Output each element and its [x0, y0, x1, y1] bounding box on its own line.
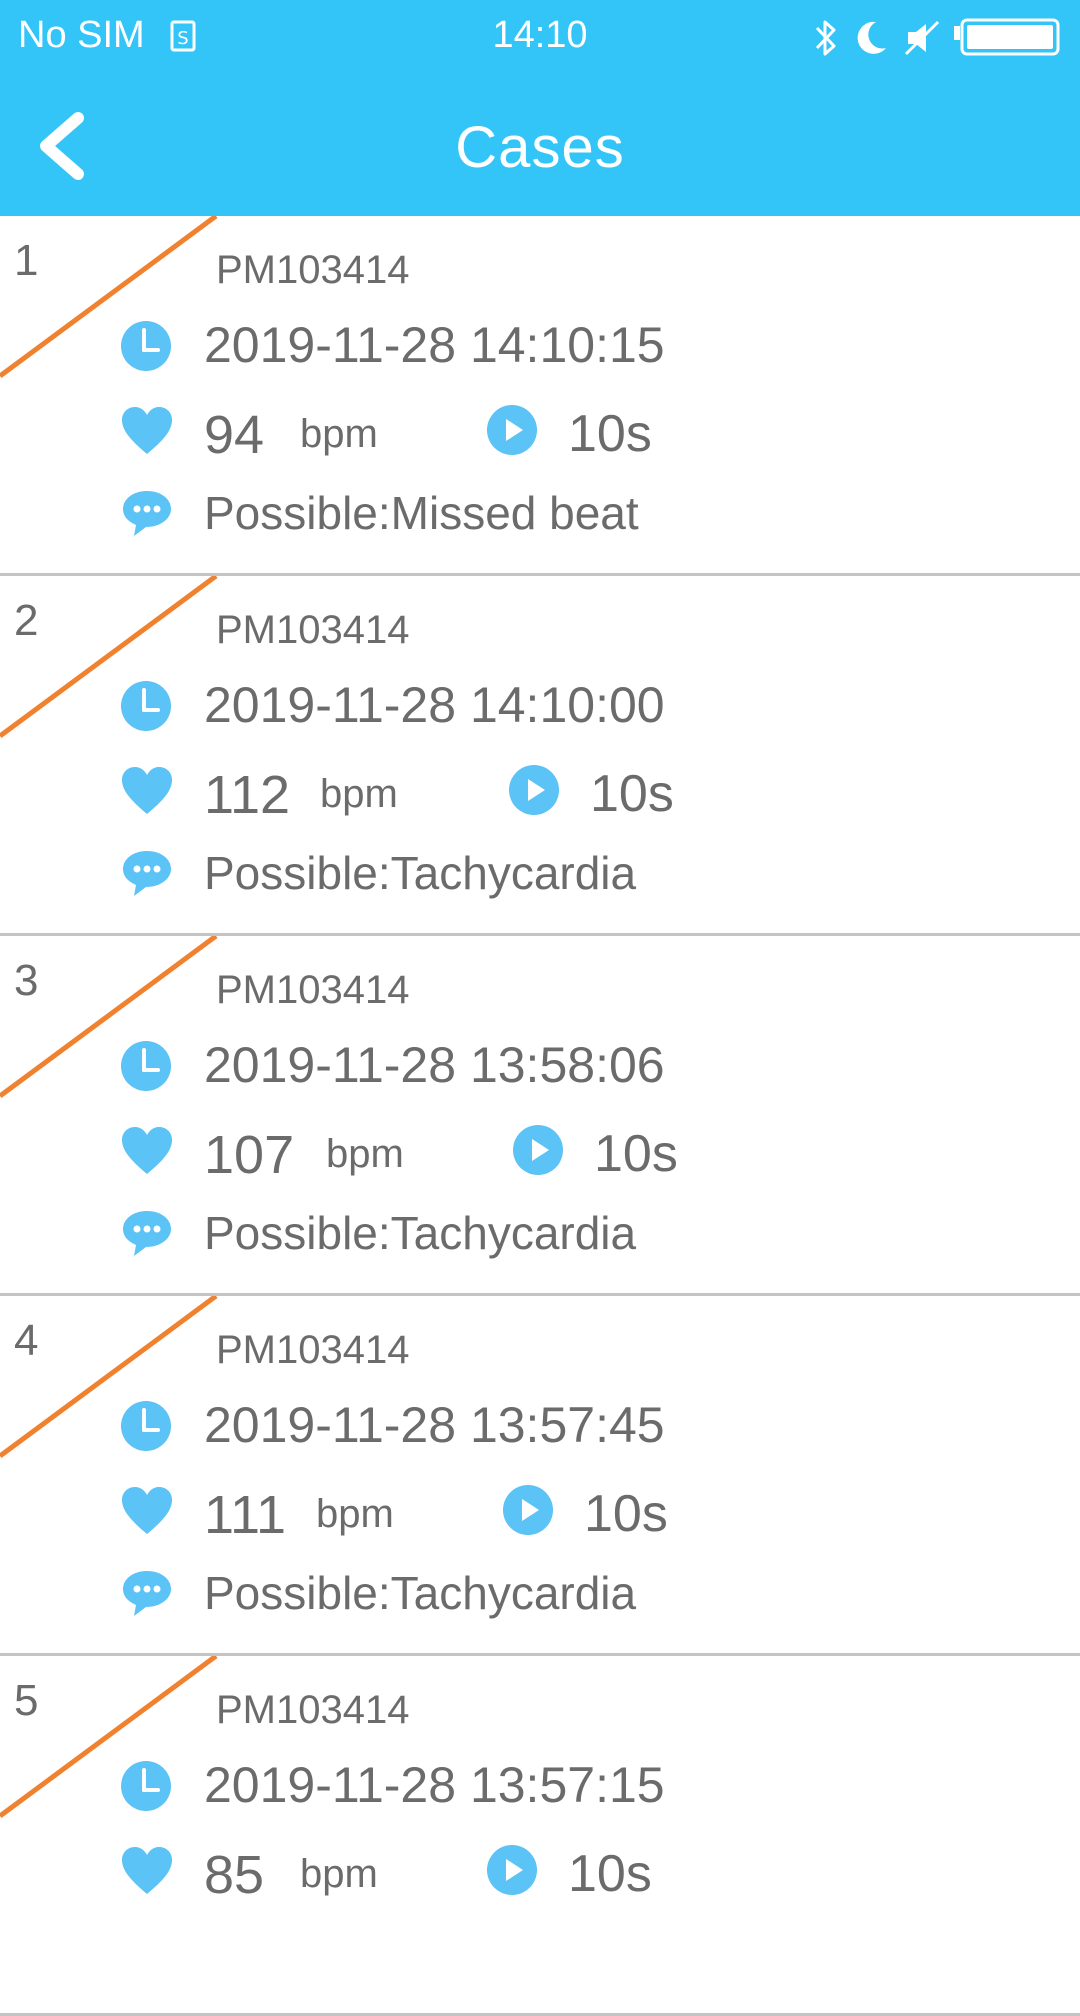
play-icon[interactable] [502, 1484, 554, 1541]
case-list-item[interactable]: 3 PM103414 2019-11-28 13:58:06 107 bpm 1… [0, 936, 1080, 1296]
heart-rate-value: 85 [204, 1845, 265, 1905]
chat-bubble-icon [120, 1208, 174, 1265]
heart-icon [120, 406, 174, 461]
nav-bar: Cases [0, 76, 1080, 216]
clock-icon [120, 1760, 172, 1817]
mute-icon [904, 20, 940, 56]
chat-bubble-icon [120, 848, 174, 905]
recording-duration: 10s [590, 765, 674, 823]
chat-bubble-icon [120, 1568, 174, 1625]
recording-duration: 10s [568, 405, 652, 463]
case-index: 5 [14, 1676, 39, 1725]
device-id: PM103414 [216, 968, 410, 1012]
case-list-item[interactable]: 1 PM103414 2019-11-28 14:10:15 94 bpm 10… [0, 216, 1080, 576]
case-list-item[interactable]: 4 PM103414 2019-11-28 13:57:45 111 bpm 1… [0, 1296, 1080, 1656]
status-icons [812, 18, 1062, 58]
device-id: PM103414 [216, 248, 410, 292]
case-datetime: 2019-11-28 13:58:06 [204, 1037, 665, 1093]
page-title: Cases [455, 115, 625, 180]
recording-duration: 10s [568, 1845, 652, 1903]
device-id: PM103414 [216, 608, 410, 652]
heart-rate-unit: bpm [320, 772, 398, 816]
heart-icon [120, 1846, 174, 1901]
cases-list[interactable]: 1 PM103414 2019-11-28 14:10:15 94 bpm 10… [0, 216, 1080, 2016]
heart-rate-value: 112 [204, 765, 291, 825]
case-diagnosis: Possible:Tachycardia [204, 847, 637, 899]
case-datetime: 2019-11-28 13:57:45 [204, 1397, 665, 1453]
case-index: 3 [14, 956, 39, 1005]
case-index: 1 [14, 236, 39, 285]
case-diagnosis: Possible:Tachycardia [204, 1567, 637, 1619]
case-index: 2 [14, 596, 39, 645]
case-datetime: 2019-11-28 14:10:15 [204, 317, 665, 373]
heart-rate-unit: bpm [326, 1132, 404, 1176]
heart-rate-unit: bpm [300, 412, 378, 456]
heart-icon [120, 1126, 174, 1181]
heart-rate-value: 94 [204, 405, 265, 465]
clock-icon [120, 320, 172, 377]
recording-duration: 10s [584, 1485, 668, 1543]
case-datetime: 2019-11-28 14:10:00 [204, 677, 665, 733]
play-icon[interactable] [486, 404, 538, 461]
heart-rate-unit: bpm [316, 1492, 394, 1536]
chat-bubble-icon [120, 488, 174, 545]
case-diagnosis: Possible:Missed beat [204, 487, 639, 539]
case-diagnosis: Possible:Tachycardia [204, 1207, 637, 1259]
heart-rate-value: 107 [204, 1125, 295, 1185]
play-icon[interactable] [508, 764, 560, 821]
play-icon[interactable] [486, 1844, 538, 1901]
heart-rate-value: 111 [204, 1485, 287, 1545]
case-list-item[interactable]: 2 PM103414 2019-11-28 14:10:00 112 bpm 1… [0, 576, 1080, 936]
device-id: PM103414 [216, 1688, 410, 1732]
recording-duration: 10s [594, 1125, 678, 1183]
heart-rate-unit: bpm [300, 1852, 378, 1896]
heart-icon [120, 766, 174, 821]
bluetooth-icon [815, 20, 836, 56]
case-list-item[interactable]: 5 PM103414 2019-11-28 13:57:15 85 bpm 10… [0, 1656, 1080, 2016]
battery-icon [954, 18, 1060, 56]
case-datetime: 2019-11-28 13:57:15 [204, 1757, 665, 1813]
heart-icon [120, 1486, 174, 1541]
clock-icon [120, 1400, 172, 1457]
device-id: PM103414 [216, 1328, 410, 1372]
moon-icon [857, 21, 886, 54]
status-bar: No SIM S 14:10 [0, 0, 1080, 76]
clock-icon [120, 1040, 172, 1097]
case-index: 4 [14, 1316, 39, 1365]
clock-icon [120, 680, 172, 737]
play-icon[interactable] [512, 1124, 564, 1181]
